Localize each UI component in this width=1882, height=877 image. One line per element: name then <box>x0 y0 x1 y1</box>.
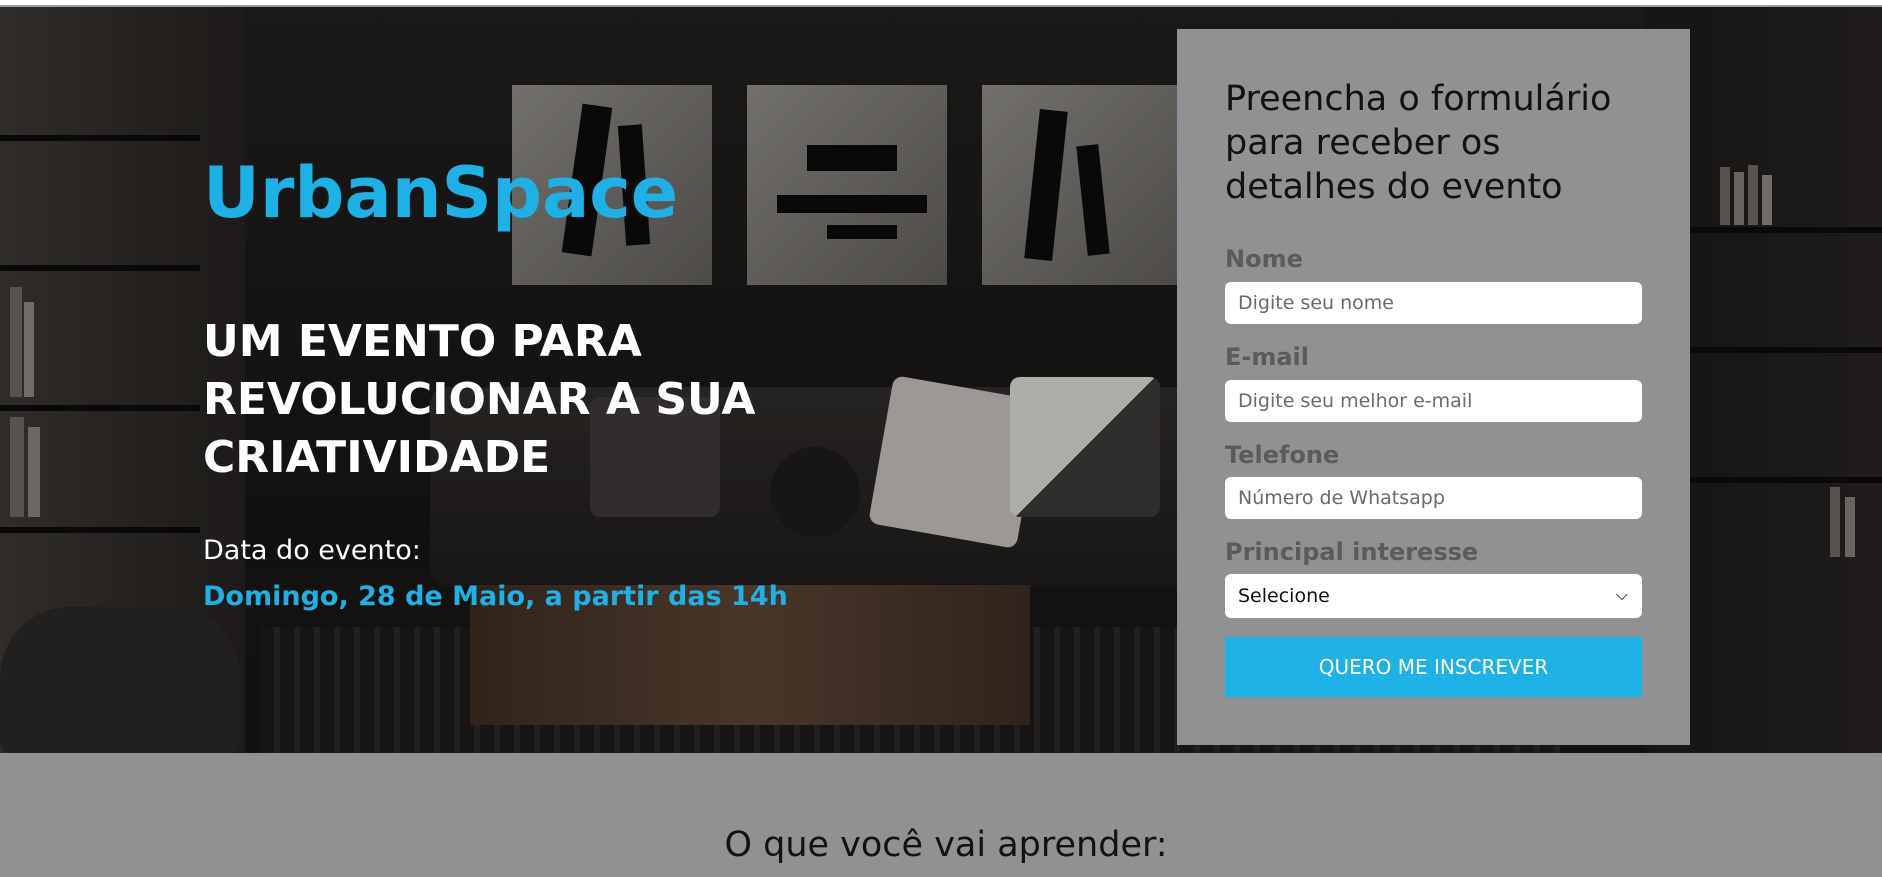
hero-section: UrbanSpace UM EVENTO PARA REVOLUCIONAR A… <box>0 7 1882 753</box>
top-border <box>0 0 1882 7</box>
learn-section: O que você vai aprender: <box>0 753 1882 877</box>
event-date-label: Data do evento: <box>203 535 421 566</box>
name-input[interactable]: Digite seu nome <box>1225 282 1642 324</box>
phone-input[interactable]: Número de Whatsapp <box>1225 477 1642 519</box>
email-input[interactable]: Digite seu melhor e-mail <box>1225 380 1642 422</box>
phone-label: Telefone <box>1225 441 1340 469</box>
interest-select[interactable]: Selecione ⌵ <box>1225 574 1642 618</box>
event-date-value: Domingo, 28 de Maio, a partir das 14h <box>203 581 788 612</box>
signup-form: Preencha o formulário para receber os de… <box>1177 29 1690 745</box>
subscribe-button[interactable]: QUERO ME INSCREVER <box>1225 637 1642 697</box>
interest-select-value: Selecione <box>1238 585 1330 607</box>
interest-label: Principal interesse <box>1225 538 1479 566</box>
hero-headline: UM EVENTO PARA REVOLUCIONAR A SUA CRIATI… <box>203 316 756 483</box>
brand-logo-text: UrbanSpace <box>203 152 679 234</box>
chevron-down-icon: ⌵ <box>1615 585 1628 604</box>
form-title: Preencha o formulário para receber os de… <box>1225 79 1612 207</box>
learn-section-title: O que você vai aprender: <box>724 825 1168 865</box>
email-label: E-mail <box>1225 343 1310 371</box>
name-label: Nome <box>1225 245 1303 273</box>
